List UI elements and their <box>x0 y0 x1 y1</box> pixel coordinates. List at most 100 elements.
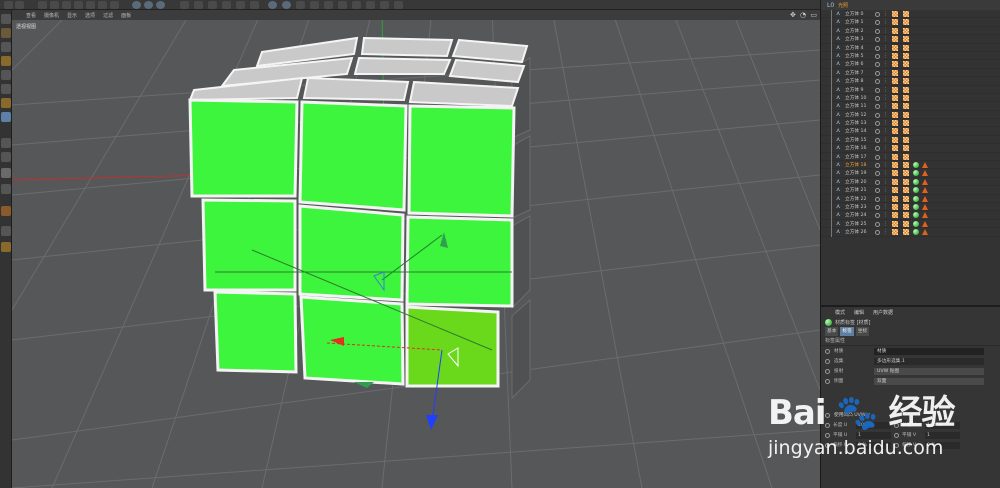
enable-check-icon[interactable]: ⋮ <box>883 128 888 134</box>
render-view-button[interactable] <box>132 1 141 9</box>
tab-tag[interactable]: 标签 <box>840 327 854 336</box>
x-axis-button[interactable] <box>74 1 83 9</box>
material-tag-icon[interactable] <box>913 203 919 210</box>
sky-button[interactable] <box>310 1 319 9</box>
enable-check-icon[interactable]: ⋮ <box>883 187 888 193</box>
object-row[interactable]: ⋏ 立方体 6 ⋮ <box>821 60 1000 70</box>
phong-tag-icon[interactable] <box>892 229 898 236</box>
selection-field[interactable]: 多边形选集.1 <box>874 357 984 365</box>
object-row[interactable]: ⋏ 立方体 8 ⋮ <box>821 77 1000 87</box>
brush-tool-button[interactable] <box>1 206 11 216</box>
uvw-tag-icon[interactable] <box>903 61 909 68</box>
selection-tag-icon[interactable] <box>922 229 928 236</box>
enable-check-icon[interactable]: ⋮ <box>883 145 888 151</box>
visibility-icon[interactable] <box>875 163 880 169</box>
enable-check-icon[interactable]: ⋮ <box>883 95 888 101</box>
enable-check-icon[interactable]: ⋮ <box>883 45 888 51</box>
phong-tag-icon[interactable] <box>892 195 898 202</box>
enable-check-icon[interactable]: ⋮ <box>883 170 888 176</box>
array-button[interactable] <box>222 1 231 9</box>
subdivision-button[interactable] <box>208 1 217 9</box>
material-tag-icon[interactable] <box>913 212 919 219</box>
phong-tag-icon[interactable] <box>892 19 898 26</box>
phong-tag-icon[interactable] <box>892 178 898 185</box>
visibility-icon[interactable] <box>875 28 880 34</box>
viewport-nav-icons[interactable]: ✥ ◔ ▭ <box>790 11 818 19</box>
model-mode-button[interactable] <box>1 14 11 24</box>
uvw-tag-icon[interactable] <box>903 153 909 160</box>
phong-tag-icon[interactable] <box>892 187 898 194</box>
uvw-tag-icon[interactable] <box>903 195 909 202</box>
render-button[interactable] <box>144 1 153 9</box>
object-row[interactable]: ⋏ 立方体 16 ⋮ <box>821 144 1000 154</box>
uvw-tag-icon[interactable] <box>903 11 909 17</box>
foreground-button[interactable] <box>338 1 347 9</box>
visibility-icon[interactable] <box>875 196 880 202</box>
light-button[interactable] <box>282 1 291 9</box>
tab-coord[interactable]: 坐标 <box>855 327 870 336</box>
scene-button[interactable] <box>250 1 259 9</box>
axis-mode-button[interactable] <box>1 98 11 108</box>
uvw-tag-icon[interactable] <box>903 229 909 236</box>
move-tool-button[interactable] <box>38 1 47 9</box>
enable-check-icon[interactable]: ⋮ <box>883 70 888 76</box>
visibility-icon[interactable] <box>875 179 880 185</box>
enable-check-icon[interactable]: ⋮ <box>883 103 888 109</box>
phong-tag-icon[interactable] <box>892 120 898 127</box>
rotate-tool-button[interactable] <box>62 1 71 9</box>
enable-check-icon[interactable]: ⋮ <box>883 162 888 168</box>
visibility-icon[interactable] <box>875 221 880 227</box>
object-row[interactable]: ⋏ 立方体 18 ⋮ <box>821 161 1000 171</box>
object-row[interactable]: ⋏ 立方体 26 ⋮ <box>821 228 1000 238</box>
object-row[interactable]: ⋏ 立方体 3 ⋮ <box>821 35 1000 45</box>
environment-button[interactable] <box>324 1 333 9</box>
phong-tag-icon[interactable] <box>892 69 898 76</box>
coord-system-button[interactable] <box>110 1 119 9</box>
phong-tag-icon[interactable] <box>892 44 898 51</box>
visibility-icon[interactable] <box>875 171 880 177</box>
phong-tag-icon[interactable] <box>892 52 898 59</box>
phong-tag-icon[interactable] <box>892 170 898 177</box>
magnet-tool-button[interactable] <box>1 168 11 178</box>
uvw-tag-icon[interactable] <box>903 19 909 26</box>
scene-canvas[interactable] <box>12 10 820 488</box>
menu-display[interactable]: 显示 <box>67 12 77 19</box>
material-tag-icon[interactable] <box>913 170 919 177</box>
visibility-icon[interactable] <box>875 154 880 160</box>
projection-dropdown[interactable]: UVW 贴图 <box>874 367 984 375</box>
visibility-icon[interactable] <box>875 104 880 110</box>
visibility-icon[interactable] <box>875 230 880 236</box>
visibility-icon[interactable] <box>875 146 880 152</box>
phong-tag-icon[interactable] <box>892 11 898 17</box>
uvw-tag-icon[interactable] <box>903 170 909 177</box>
selection-tag-icon[interactable] <box>922 162 928 169</box>
enable-check-icon[interactable]: ⋮ <box>883 28 888 34</box>
attr-menu-edit[interactable]: 编辑 <box>854 309 864 316</box>
visibility-icon[interactable] <box>875 70 880 76</box>
phong-tag-icon[interactable] <box>892 153 898 160</box>
visibility-icon[interactable] <box>875 45 880 51</box>
selection-tag-icon[interactable] <box>922 203 928 210</box>
z-axis-button[interactable] <box>98 1 107 9</box>
phong-tag-icon[interactable] <box>892 94 898 101</box>
uvw-tag-icon[interactable] <box>903 78 909 85</box>
object-row[interactable]: ⋏ 立方体 25 ⋮ <box>821 219 1000 229</box>
menu-view[interactable]: 查看 <box>26 12 36 19</box>
points-mode-button[interactable] <box>1 56 11 66</box>
selection-tag-icon[interactable] <box>922 170 928 177</box>
uvw-tag-icon[interactable] <box>903 52 909 59</box>
menu-options[interactable]: 选项 <box>85 12 95 19</box>
object-row[interactable]: ⋏ 立方体 15 ⋮ <box>821 135 1000 145</box>
uvw-tag-icon[interactable] <box>903 178 909 185</box>
sound-button[interactable] <box>380 1 389 9</box>
background-button[interactable] <box>352 1 361 9</box>
uvw-tag-icon[interactable] <box>903 203 909 210</box>
uvw-tag-icon[interactable] <box>903 86 909 93</box>
uvw-tag-icon[interactable] <box>903 120 909 127</box>
selection-tag-icon[interactable] <box>922 187 928 194</box>
object-row[interactable]: ⋏ 立方体 21 ⋮ <box>821 186 1000 196</box>
material-tag-icon[interactable] <box>913 195 919 202</box>
object-row[interactable]: ⋏ 立方体 17 ⋮ <box>821 152 1000 162</box>
visibility-icon[interactable] <box>875 188 880 194</box>
radio-icon[interactable] <box>825 348 830 354</box>
